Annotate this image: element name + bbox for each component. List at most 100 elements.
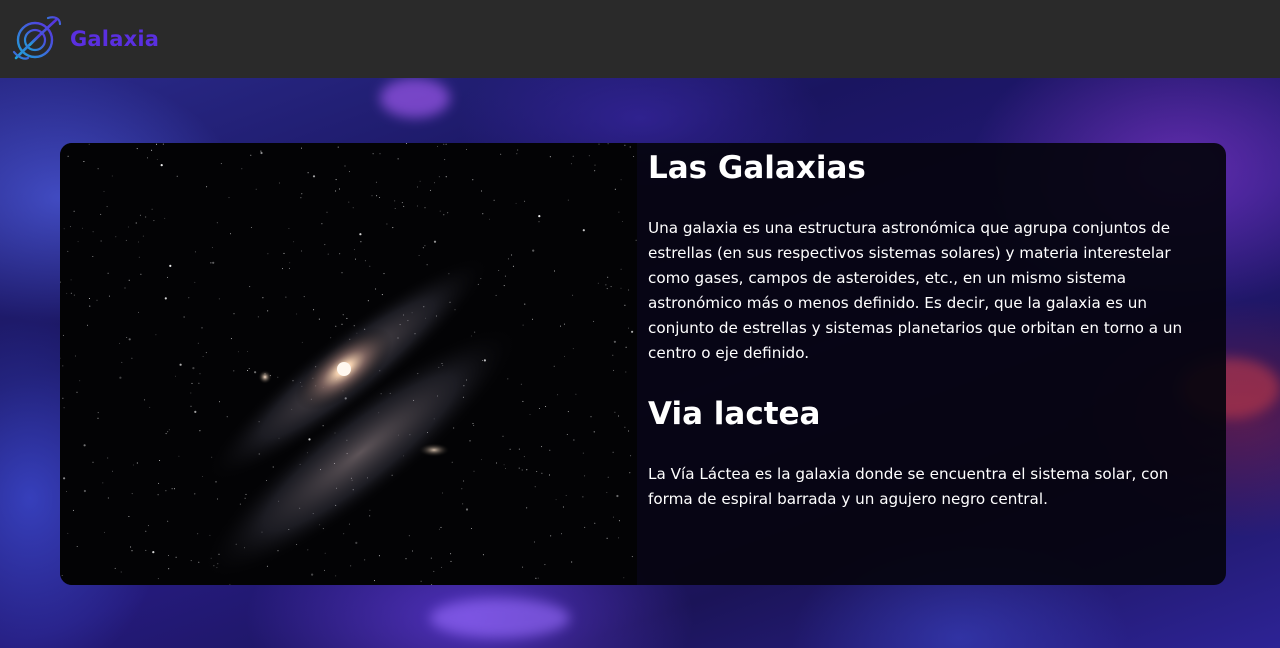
star [386, 223, 388, 225]
star [70, 292, 72, 294]
star [73, 294, 75, 296]
star [164, 217, 166, 219]
star [277, 376, 279, 378]
star [104, 531, 105, 533]
galaxy-info-card: Las Galaxias Una galaxia es una estructu… [60, 143, 1226, 585]
star [433, 570, 435, 572]
star [289, 262, 291, 264]
star [128, 279, 130, 281]
star [197, 533, 199, 535]
star [584, 526, 586, 528]
star [88, 143, 90, 145]
star [125, 239, 127, 241]
star [359, 233, 362, 236]
star [230, 233, 231, 235]
star [495, 294, 497, 296]
star [537, 577, 539, 579]
star [463, 480, 465, 482]
star [522, 566, 524, 568]
star [633, 156, 635, 157]
brand-link[interactable]: Galaxia [10, 12, 159, 66]
star [121, 361, 123, 363]
star [536, 471, 538, 472]
star [364, 559, 366, 561]
star [162, 143, 164, 145]
nebula-decoration [380, 78, 450, 118]
star [190, 405, 192, 407]
star [424, 245, 426, 247]
star [532, 249, 535, 252]
star [135, 222, 137, 224]
star [512, 265, 514, 267]
star [247, 351, 249, 352]
star [198, 561, 200, 563]
star [212, 261, 215, 264]
star [431, 584, 433, 585]
star [507, 258, 509, 260]
star [564, 355, 566, 357]
star [438, 528, 440, 530]
star [100, 213, 102, 215]
star [523, 456, 525, 458]
star [369, 515, 371, 517]
star [348, 523, 350, 525]
star [473, 425, 475, 426]
star [364, 260, 366, 262]
star [72, 509, 74, 511]
star [630, 455, 632, 457]
star [417, 186, 418, 188]
star [156, 159, 158, 160]
star [173, 488, 175, 490]
star [249, 286, 251, 288]
star [82, 227, 83, 229]
star [296, 313, 298, 315]
star [397, 158, 399, 160]
star [147, 525, 149, 527]
star [524, 200, 526, 202]
star [157, 578, 159, 580]
star [165, 490, 167, 492]
star [533, 541, 535, 543]
star [312, 175, 316, 178]
star [355, 541, 358, 544]
star [278, 182, 280, 184]
star [538, 215, 541, 218]
star [442, 492, 443, 494]
star [441, 566, 443, 568]
star [372, 153, 374, 155]
star [353, 249, 355, 251]
star [524, 303, 526, 305]
star [572, 294, 574, 296]
star [381, 294, 383, 296]
star [545, 406, 547, 407]
star [229, 583, 231, 585]
star [190, 392, 192, 394]
star [444, 159, 446, 161]
star [443, 214, 445, 216]
star [612, 451, 614, 453]
star [567, 411, 569, 413]
star [624, 144, 626, 146]
star [563, 323, 565, 325]
star [554, 270, 555, 272]
star [472, 423, 474, 425]
star [374, 580, 375, 582]
nebula-decoration [430, 598, 570, 638]
star [346, 317, 348, 319]
section-title-via-lactea: Via lactea [648, 396, 821, 432]
star [176, 175, 178, 177]
star [555, 499, 557, 501]
star [631, 330, 634, 333]
star [544, 564, 546, 566]
star [342, 314, 344, 316]
star [159, 460, 161, 461]
star [541, 472, 543, 474]
star [416, 205, 418, 207]
star [503, 285, 505, 287]
star [511, 254, 513, 256]
star [493, 199, 495, 201]
star [606, 492, 608, 493]
star [445, 143, 447, 145]
star [62, 397, 64, 399]
star [153, 220, 155, 222]
